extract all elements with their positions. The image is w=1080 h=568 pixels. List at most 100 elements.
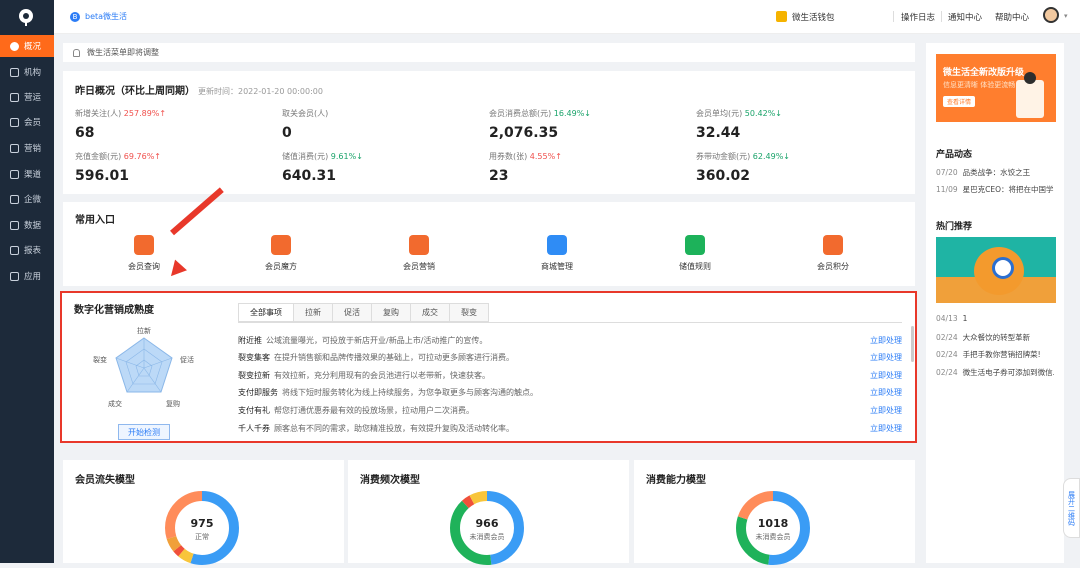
- model-subtitle: 未消费会员: [469, 533, 505, 541]
- entry-member-marketing[interactable]: 会员营销: [374, 235, 464, 272]
- sidebar-item-label: 企微: [24, 195, 42, 205]
- stat-item: 券带动金额(元) 62.49%↓ 360.02: [696, 151, 790, 184]
- maturity-radar-chart: 拉新 促活 复购 成交 裂变: [93, 326, 194, 408]
- maturity-tab[interactable]: 裂变: [450, 303, 489, 322]
- stat-item: 储值消费(元) 9.61%↓ 640.31: [282, 151, 363, 184]
- organization-icon: [10, 67, 19, 77]
- sidebar-item[interactable]: 概况: [0, 35, 54, 57]
- model-value: 966: [475, 517, 499, 530]
- operation-log-link[interactable]: 操作日志: [901, 11, 935, 23]
- apps-icon: [10, 271, 19, 281]
- expand-qrcode-tab[interactable]: 展开二维码: [1063, 478, 1080, 538]
- stat-label: 会员消费总额(元) 16.49%↓: [489, 108, 591, 119]
- news-item[interactable]: 11/09 星巴克CEO：将把在中国学...: [936, 184, 1054, 195]
- model-title: 会员流失模型: [75, 475, 135, 486]
- task-row: 千人千券 顾客总有不同的需求，助您精准投放，有效提升复购及活动转化率。 立即处理: [238, 420, 902, 436]
- news-item[interactable]: 04/13 1: [936, 314, 1054, 323]
- radar-label: 复购: [166, 399, 180, 408]
- task-row: 裂变集客 在提升销售额和品牌传播效果的基础上，可拉动更多顾客进行消费。 立即处理: [238, 350, 902, 366]
- brand[interactable]: B beta微生活: [70, 11, 127, 22]
- chevron-down-icon[interactable]: ▾: [1064, 12, 1068, 20]
- model-card: 会员流失模型 975 正常: [63, 460, 344, 565]
- news-item[interactable]: 02/24 大众餐饮的转型革新: [936, 332, 1054, 343]
- banner-subtitle: 信息更清晰 体验更流畅: [943, 81, 1016, 89]
- wallet-link[interactable]: 微生活钱包: [792, 11, 835, 23]
- entry-stored-value[interactable]: 储值规则: [650, 235, 740, 272]
- task-description: 有效拉新，充分利用现有的会员池进行以老带新，快速获客。: [274, 370, 490, 380]
- news-item[interactable]: 07/20 品类战争：水饺之王: [936, 167, 1054, 178]
- task-row: 支付有礼 帮您打通优惠券最有效的投放场景，拉动用户二次消费。 立即处理: [238, 402, 902, 418]
- stat-label: 储值消费(元) 9.61%↓: [282, 151, 363, 162]
- maturity-tab[interactable]: 拉新: [294, 303, 333, 322]
- sidebar-item[interactable]: 营运: [0, 86, 54, 108]
- hot-recommend-image[interactable]: [936, 237, 1056, 303]
- mall-icon: [547, 235, 567, 255]
- operation-icon: [10, 92, 19, 102]
- stat-change: 4.55%↑: [529, 152, 562, 161]
- handle-now-link[interactable]: 立即处理: [870, 387, 902, 398]
- maturity-tab[interactable]: 成交: [411, 303, 450, 322]
- divider: [893, 11, 894, 22]
- sidebar-item[interactable]: 营销: [0, 137, 54, 159]
- sidebar-item[interactable]: 企微: [0, 188, 54, 210]
- stat-change: 9.61%↓: [330, 152, 363, 161]
- sidebar-item-label: 概况: [24, 42, 42, 52]
- maturity-title: 数字化营销成熟度: [74, 305, 154, 316]
- maturity-tab[interactable]: 促活: [333, 303, 372, 322]
- entry-points[interactable]: 会员积分: [788, 235, 878, 272]
- handle-now-link[interactable]: 立即处理: [870, 352, 902, 363]
- beta-badge-icon: B: [70, 11, 80, 22]
- overview-icon: [10, 41, 19, 51]
- maturity-tab[interactable]: 全部事项: [238, 303, 294, 322]
- task-name: 支付即服务: [238, 388, 278, 398]
- model-title: 消费频次模型: [360, 475, 420, 486]
- sidebar-item[interactable]: 会员: [0, 111, 54, 133]
- divider: [941, 11, 942, 22]
- entry-label: 商城管理: [541, 262, 573, 271]
- avatar[interactable]: [1043, 7, 1059, 23]
- task-description: 帮您打通优惠券最有效的投放场景，拉动用户二次消费。: [274, 405, 474, 415]
- news-date: 02/24: [936, 350, 958, 359]
- handle-now-link[interactable]: 立即处理: [870, 370, 902, 381]
- task-name: 支付有礼: [238, 405, 270, 415]
- start-detect-button[interactable]: 开始检测: [118, 424, 170, 440]
- task-description: 在提升销售额和品牌传播效果的基础上，可拉动更多顾客进行消费。: [274, 353, 514, 363]
- scrollbar[interactable]: [911, 326, 914, 362]
- entry-member-cube[interactable]: 会员魔方: [236, 235, 326, 272]
- task-description: 将线下短时服务转化为线上持续服务，为您争取更多与顾客沟通的触点。: [282, 388, 538, 398]
- handle-now-link[interactable]: 立即处理: [870, 423, 902, 434]
- banner-detail-button[interactable]: 查看详情: [943, 96, 975, 107]
- sidebar-item-label: 报表: [24, 246, 42, 256]
- stat-change: 16.49%↓: [553, 109, 592, 118]
- maturity-tab[interactable]: 复购: [372, 303, 411, 322]
- upgrade-banner[interactable]: 微生活全新改版升级 信息更清晰 体验更流畅 查看详情: [936, 54, 1056, 122]
- sidebar-item-label: 营销: [24, 144, 42, 154]
- news-title: 1: [962, 314, 968, 323]
- stat-value: 32.44: [696, 125, 741, 141]
- magnifier-icon: [992, 257, 1014, 279]
- stat-label-text: 储值消费(元): [282, 152, 329, 161]
- sidebar-item[interactable]: 报表: [0, 239, 54, 261]
- news-item[interactable]: 02/24 手把手教你营销招牌菜!: [936, 349, 1054, 360]
- sidebar-item[interactable]: 渠道: [0, 163, 54, 185]
- sidebar-item[interactable]: 数据: [0, 214, 54, 236]
- stat-change: 50.42%↓: [744, 109, 783, 118]
- stat-label-text: 券带动金额(元): [696, 152, 751, 161]
- sidebar-item[interactable]: 机构: [0, 61, 54, 83]
- handle-now-link[interactable]: 立即处理: [870, 405, 902, 416]
- wallet-icon[interactable]: [776, 11, 787, 22]
- member-icon: [10, 117, 19, 127]
- sidebar-item-label: 营运: [24, 93, 42, 103]
- member-marketing-icon: [409, 235, 429, 255]
- notification-center-link[interactable]: 通知中心: [948, 11, 982, 23]
- news-item[interactable]: 02/24 微生活电子券可添加到微信...: [936, 367, 1054, 378]
- help-center-link[interactable]: 帮助中心: [995, 11, 1029, 23]
- stat-value: 23: [489, 168, 509, 184]
- entry-mall[interactable]: 商城管理: [512, 235, 602, 272]
- model-title: 消费能力模型: [646, 475, 706, 486]
- news-date: 11/09: [936, 185, 958, 194]
- stat-label-text: 新增关注(人): [75, 109, 122, 118]
- news-title: 微生活电子券可添加到微信...: [962, 368, 1054, 377]
- sidebar-item[interactable]: 应用: [0, 265, 54, 287]
- handle-now-link[interactable]: 立即处理: [870, 335, 902, 346]
